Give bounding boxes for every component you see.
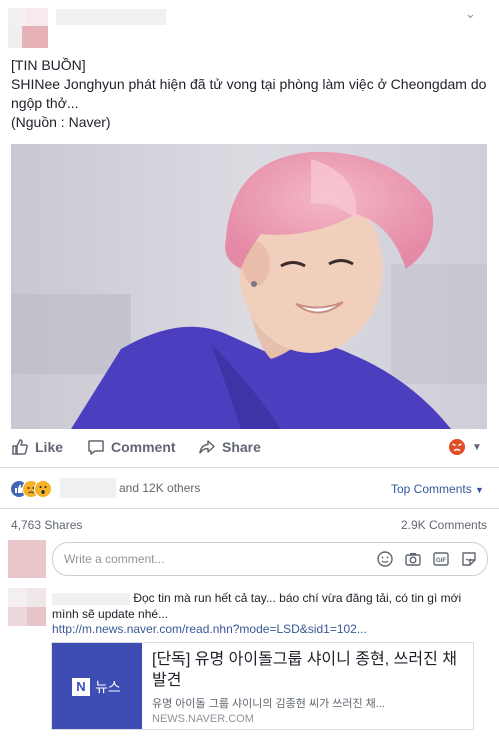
chevron-down-icon: ▼ (472, 441, 482, 453)
comment-label: Comment (111, 439, 176, 455)
wow-reaction-icon (34, 480, 52, 498)
emoji-icon[interactable] (376, 550, 394, 568)
camera-icon[interactable] (404, 550, 422, 568)
comment-input-placeholder: Write a comment... (64, 552, 165, 566)
like-label: Like (35, 439, 64, 455)
angry-face-icon (449, 439, 465, 455)
reaction-selector-button[interactable]: ▼ (448, 438, 482, 456)
top-comments-dropdown[interactable]: Top Comments ▼ (391, 482, 484, 496)
gif-icon[interactable]: GIF (432, 550, 450, 568)
naver-logo-letter: N (72, 678, 90, 696)
comment-body: Đọc tin mà run hết cả tay... báo chí vừa… (52, 590, 472, 622)
naver-news-logo: N 뉴스 (72, 677, 121, 697)
divider (0, 467, 499, 468)
divider (0, 508, 499, 509)
post-text: [TIN BUỒN] SHINee Jonghyun phát hiện đã … (11, 56, 491, 132)
naver-logo-word: 뉴스 (95, 679, 121, 695)
reactions-others-text[interactable]: and 12K others (119, 481, 200, 495)
link-preview-thumbnail: N 뉴스 (52, 643, 142, 729)
share-label: Share (222, 439, 261, 455)
link-preview-description: 유명 아이돌 그룹 샤이니의 김종현 씨가 쓰러진 채... (152, 698, 385, 710)
link-preview-card[interactable]: N 뉴스 [단독] 유명 아이돌그룹 샤이니 종현, 쓰러진 채 발견 유명 아… (51, 642, 474, 730)
author-name-blurred[interactable] (56, 9, 166, 25)
shares-count[interactable]: 4,763 Shares (11, 518, 82, 532)
post-options-icon[interactable]: ⌄ (465, 6, 476, 22)
post-text-line3: (Nguồn : Naver) (11, 114, 111, 130)
sticker-icon[interactable] (460, 550, 478, 568)
svg-text:GIF: GIF (436, 558, 446, 564)
share-button[interactable]: Share (198, 438, 261, 456)
top-comments-label: Top Comments (391, 482, 472, 496)
comment-input[interactable]: Write a comment... GIF (52, 542, 488, 576)
share-icon (199, 440, 215, 454)
reactions-summary[interactable]: and 12K others Top Comments ▼ (10, 478, 490, 500)
thumbs-up-icon (12, 439, 28, 455)
post-photo[interactable] (11, 144, 487, 429)
post-text-line2: SHINee Jonghyun phát hiện đã tử vong tại… (11, 76, 487, 111)
reactor-names-blurred[interactable] (60, 478, 116, 498)
comment-composer: Write a comment... GIF (8, 540, 488, 580)
viewer-avatar[interactable] (8, 540, 46, 578)
post-card: ⌄ [TIN BUỒN] SHINee Jonghyun phát hiện đ… (0, 0, 499, 740)
commenter-avatar[interactable] (8, 588, 46, 626)
author-avatar[interactable] (8, 8, 48, 48)
link-preview-title[interactable]: [단독] 유명 아이돌그룹 샤이니 종현, 쓰러진 채 발견 (152, 649, 468, 691)
comment-icon (88, 440, 104, 455)
link-preview-domain: NEWS.NAVER.COM (152, 713, 254, 725)
chevron-down-icon: ▼ (475, 485, 484, 495)
comment-button[interactable]: Comment (87, 438, 176, 456)
comment-link[interactable]: http://m.news.naver.com/read.nhn?mode=LS… (52, 622, 367, 636)
post-photo-illustration (11, 144, 487, 429)
like-button[interactable]: Like (11, 438, 63, 456)
post-text-line1: [TIN BUỒN] (11, 57, 86, 73)
commenter-name-blurred[interactable] (52, 592, 130, 605)
post-action-bar: Like Comment Share ▼ (0, 432, 499, 464)
comments-count[interactable]: 2.9K Comments (401, 518, 487, 532)
